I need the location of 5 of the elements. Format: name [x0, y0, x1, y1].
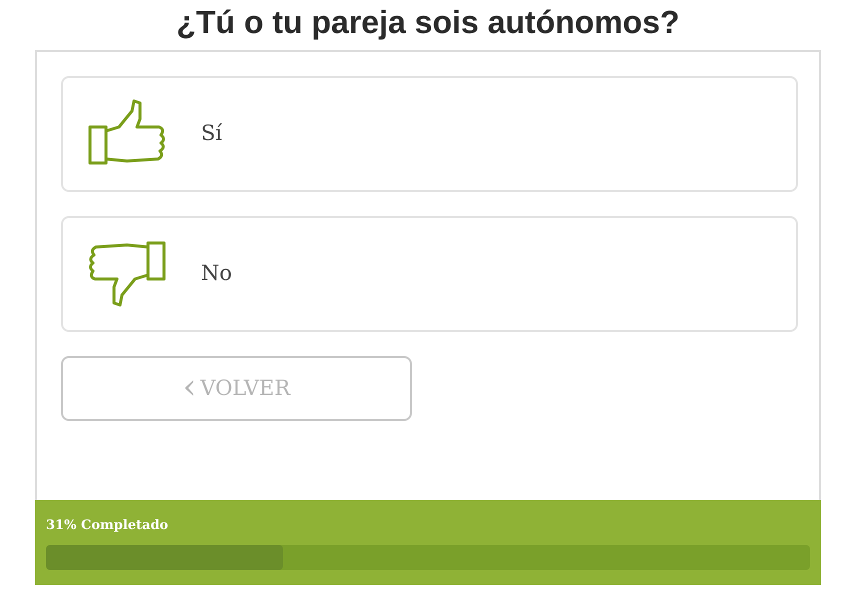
- question-title: ¿Tú o tu pareja sois autónomos?: [176, 3, 680, 42]
- answer-option[interactable]: No: [61, 216, 798, 332]
- progress-label: 31% Completado: [46, 517, 170, 535]
- answer-option[interactable]: Sí: [61, 76, 798, 192]
- thumbs-down-icon: [87, 239, 167, 309]
